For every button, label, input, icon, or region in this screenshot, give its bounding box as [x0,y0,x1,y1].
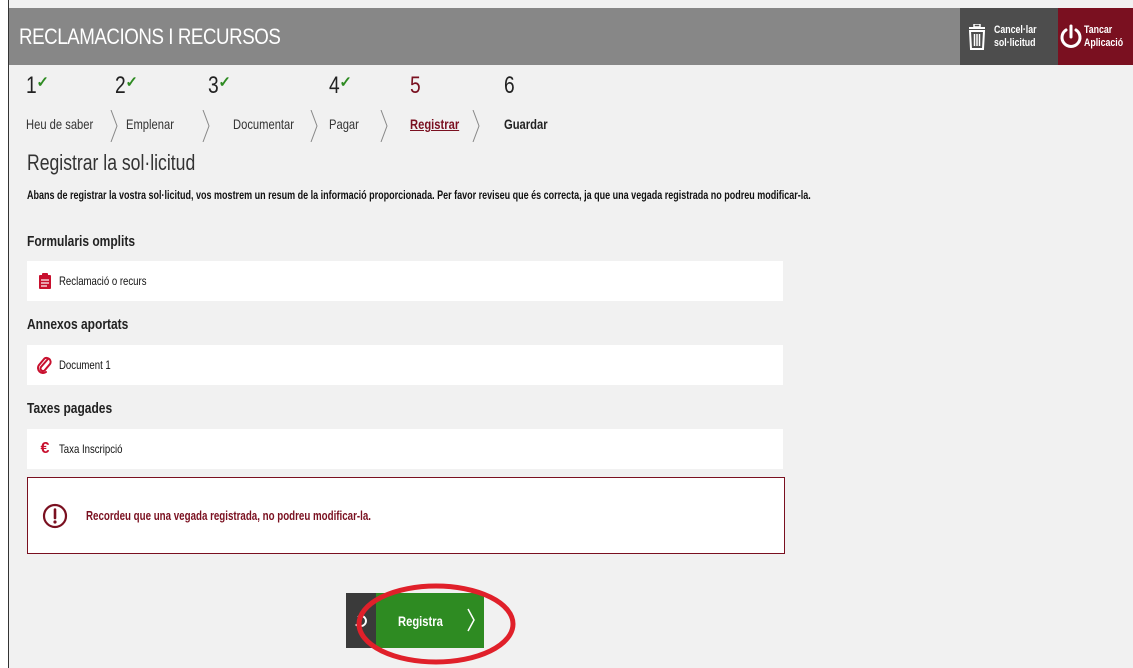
step-separator-icon [202,110,210,142]
step-separator-icon [472,110,480,142]
form-item-label: Reclamació o recurs [59,274,147,288]
check-icon: ✓ [125,74,138,91]
warning-text: Recordeu que una vegada registrada, no p… [86,508,371,523]
euro-icon: € [40,440,50,457]
attachment-item-label: Document 1 [59,358,111,372]
page-title: Registrar la sol·licitud [27,150,196,175]
step-1[interactable]: 1✓ Heu de saber [26,72,93,132]
register-button-label: Registra [398,612,443,629]
step-3[interactable]: 3✓ Documentar [208,72,294,132]
app-title: RECLAMACIONS I RECURSOS [19,24,281,49]
attachments-section-title: Annexos aportats [27,316,129,333]
step-label: Pagar [329,116,359,132]
warning-box: Recordeu que una vegada registrada, no p… [27,477,785,554]
fee-item[interactable]: € Taxa Inscripció [27,429,783,469]
step-label: Emplenar [126,116,174,132]
step-6: 6 Guardar [504,72,548,132]
cancel-label-line2: sol·licitud [994,36,1036,49]
step-label: Documentar [233,116,295,132]
step-2[interactable]: 2✓ Emplenar [115,72,174,132]
intro-text: Abans de registrar la vostra sol·licitud… [27,188,811,202]
check-icon: ✓ [36,74,49,91]
close-application-button[interactable]: Tancar Aplicació [1058,8,1133,65]
check-icon: ✓ [339,74,352,91]
step-number: 6 [504,72,515,99]
step-number: 2 [115,72,126,99]
step-5[interactable]: 5 Registrar [410,72,459,132]
step-number: 5 [410,72,421,99]
step-label: Heu de saber [26,116,94,132]
power-icon [1058,24,1084,50]
step-number: 1 [26,72,37,99]
form-icon [33,273,57,289]
step-4[interactable]: 4✓ Pagar [329,72,359,132]
app-header: RECLAMACIONS I RECURSOS Cancel·lar sol·l… [9,8,1133,65]
paperclip-icon [33,356,57,374]
cancel-request-button[interactable]: Cancel·lar sol·licitud [960,8,1058,65]
register-button[interactable]: Registra [376,593,484,648]
fee-item-label: Taxa Inscripció [59,442,123,456]
step-label: Registrar [410,116,460,132]
attachment-item[interactable]: Document 1 [27,345,783,385]
left-border [0,0,9,668]
close-label-line1: Tancar [1084,23,1113,36]
step-separator-icon [380,110,388,142]
step-separator-icon [110,110,118,142]
exclamation-icon [42,503,68,528]
check-icon: ✓ [218,74,231,91]
form-item[interactable]: Reclamació o recurs [27,261,783,301]
close-label-line2: Aplicació [1084,36,1124,49]
step-separator-icon [310,110,318,142]
step-number: 3 [208,72,219,99]
back-button[interactable] [346,593,376,648]
cancel-label-line1: Cancel·lar [994,23,1037,36]
step-number: 4 [329,72,340,99]
wizard-steps: 1✓ Heu de saber 2✓ Emplenar 3✓ Documenta… [26,72,626,142]
undo-icon [355,614,367,628]
forms-section-title: Formularis omplits [27,233,136,250]
step-label: Guardar [504,116,548,132]
trash-icon [960,23,994,50]
app-frame: RECLAMACIONS I RECURSOS Cancel·lar sol·l… [0,0,1133,668]
chevron-right-icon [467,608,475,632]
fees-section-title: Taxes pagades [27,400,113,417]
